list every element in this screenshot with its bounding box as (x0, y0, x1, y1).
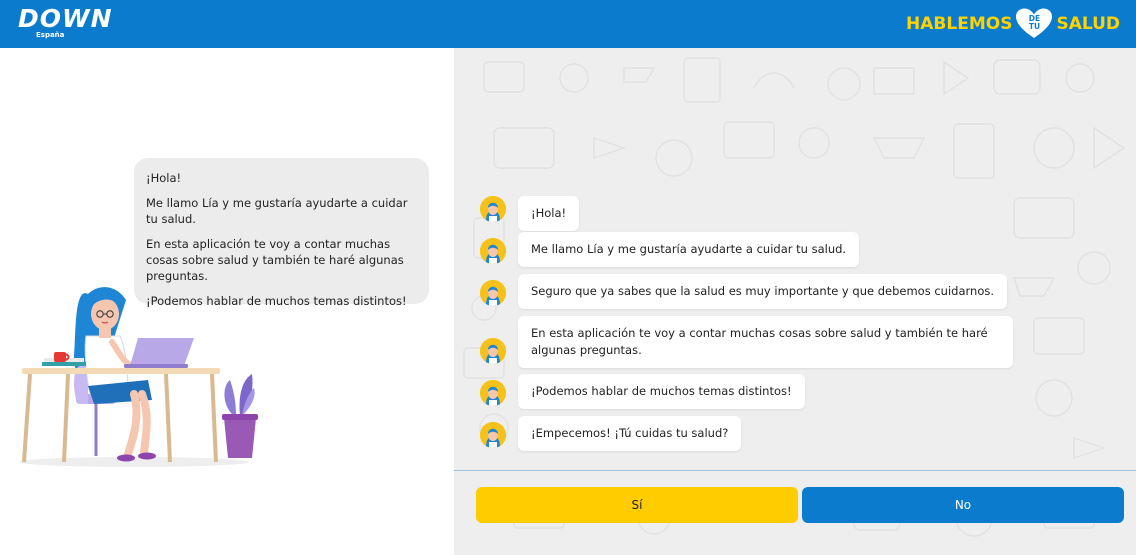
chat-bubble: En esta aplicación te voy a contar mucha… (518, 316, 1013, 368)
logo-subtitle: España (36, 31, 65, 39)
heart-text-bottom: TU (1028, 22, 1041, 31)
intro-panel: ¡Hola! Me llamo Lía y me gustaría ayudar… (0, 48, 454, 555)
no-button[interactable]: No (802, 487, 1124, 523)
lia-avatar (480, 238, 506, 264)
intro-paragraph: Me llamo Lía y me gustaría ayudarte a cu… (146, 196, 408, 226)
yes-button[interactable]: Sí (476, 487, 798, 523)
chat-panel: ¡Hola! Me llamo Lía y me gustaría ayudar… (454, 48, 1136, 555)
brand-title: HABLEMOS DE TU SALUD (906, 8, 1120, 40)
lia-desk-illustration (19, 287, 258, 467)
heart-icon: DE TU (1015, 8, 1053, 40)
chat-bubble: ¡Empecemos! ¡Tú cuidas tu salud? (518, 416, 742, 451)
answer-divider (454, 470, 1136, 471)
app-header: DOWN España HABLEMOS DE TU SALUD (0, 0, 1136, 48)
intro-paragraph: ¡Hola! (146, 171, 182, 185)
brand-word-left: HABLEMOS (906, 14, 1013, 34)
chat-bubble: Me llamo Lía y me gustaría ayudarte a cu… (518, 232, 860, 267)
lia-avatar (480, 422, 506, 448)
lia-avatar (480, 196, 506, 222)
brand-word-right: SALUD (1056, 14, 1120, 34)
down-espana-logo[interactable]: DOWN España (18, 4, 112, 44)
lia-avatar (480, 280, 506, 306)
logo-text: DOWN (18, 4, 113, 33)
lia-avatar (480, 338, 506, 364)
chat-bubble: Seguro que ya sabes que la salud es muy … (518, 274, 1007, 309)
lia-avatar (480, 380, 506, 406)
chat-bubble: ¡Hola! (518, 196, 580, 231)
chat-bubble: ¡Podemos hablar de muchos temas distinto… (518, 374, 805, 409)
